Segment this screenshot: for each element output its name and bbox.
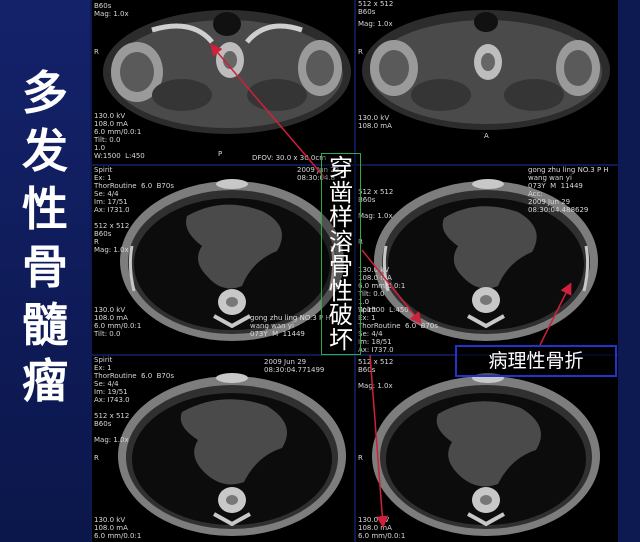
overlay-top-right: gong zhu ling NO.3 P H wang wan yi 073Y … bbox=[264, 356, 325, 374]
ct-panel-mid-left: Spirit Ex: 1 ThorRoutine 6.0 B70s Se: 4/… bbox=[92, 166, 354, 354]
side-title-char: 瘤 bbox=[22, 354, 68, 408]
orientation-a: A bbox=[484, 132, 489, 140]
orientation-r: R bbox=[94, 238, 99, 246]
overlay-bottom-left: 130.0 kV 108.0 mA 6.0 mm/0.0:1 bbox=[94, 516, 142, 540]
ct-panel-bottom-right: 512 x 512 B60s Mag: 1.0x R 130.0 kV 108.… bbox=[356, 356, 618, 542]
ct-panel-top-left: B60s Mag: 1.0x R 130.0 kV 108.0 mA 6.0 m… bbox=[92, 0, 354, 164]
overlay-top-left: B60s Mag: 1.0x bbox=[94, 2, 129, 18]
ct-slice-chest-lower bbox=[372, 373, 600, 536]
orientation-r: R bbox=[358, 454, 363, 462]
overlay-top-left: 512 x 512 B60s bbox=[358, 0, 394, 16]
overlay-bottom-left: 130.0 kV 108.0 mA 6.0 mm/0.0:1 Tilt: 0.0 bbox=[94, 306, 142, 338]
orientation-p: P bbox=[218, 150, 223, 158]
overlay-top-left: Spirit Ex: 1 ThorRoutine 6.0 B70s Se: 4/… bbox=[94, 166, 174, 254]
label-lytic-char: 破 bbox=[329, 301, 353, 329]
side-title-char: 多 bbox=[22, 66, 68, 120]
side-title-char: 发 bbox=[22, 124, 68, 178]
overlay-mid-left: 512 x 512 B60s Mag: 1.0x bbox=[358, 188, 394, 220]
overlay-top-left: Spirit Ex: 1 ThorRoutine 6.0 B70s Se: 4/… bbox=[94, 356, 174, 444]
ct-panel-bottom-left: Spirit Ex: 1 ThorRoutine 6.0 B70s Se: 4/… bbox=[92, 356, 354, 542]
side-title-char: 骨 bbox=[22, 240, 68, 294]
label-pathologic-fracture: 病理性骨折 bbox=[455, 345, 617, 377]
label-lytic-char: 性 bbox=[329, 276, 353, 305]
overlay-bottom-right: DFOV: 30.0 x 30.0cm bbox=[252, 154, 327, 162]
ct-panel-top-right: 512 x 512 B60s R Mag: 1.0x 130.0 kV 108.… bbox=[356, 0, 618, 164]
label-lytic-char: 溶 bbox=[329, 227, 353, 256]
orientation-r: R bbox=[358, 48, 363, 56]
overlay-bottom-right: 130.0 kV 108.0 mA 6.0 mm/0.0:1 Tilt: 0.0… bbox=[358, 266, 409, 314]
overlay-bottom-right: gong zhu ling NO.3 P H wang wan yi 073Y … bbox=[250, 314, 331, 338]
side-title: 多 发 性 骨 髓 瘤 bbox=[0, 0, 90, 542]
overlay-mid-left: Mag: 1.0x bbox=[358, 20, 393, 28]
ct-panel-mid-right: gong zhu ling NO.3 P H wang wan yi 073Y … bbox=[356, 166, 618, 354]
overlay-mid-left: 512 x 512 B60s Mag: 1.0x bbox=[358, 358, 394, 390]
side-title-char: 性 bbox=[22, 182, 68, 236]
side-title-char: 髓 bbox=[22, 298, 68, 352]
orientation-r: R bbox=[94, 454, 99, 462]
label-lytic-char: 骨 bbox=[329, 252, 353, 280]
overlay-bottom-left: 130.0 kV 108.0 mA bbox=[358, 114, 392, 130]
overlay-top-right: gong zhu ling NO.3 P H wang wan yi 073Y … bbox=[528, 166, 609, 214]
orientation-r: R bbox=[94, 48, 99, 56]
label-lytic-char: 样 bbox=[329, 203, 353, 231]
label-lytic-destruction: 穿凿样溶骨性破坏 bbox=[321, 153, 361, 355]
label-lytic-char: 凿 bbox=[329, 178, 353, 207]
overlay-bottom-left: 130.0 kV 108.0 mA 6.0 mm/0.0:1 Tilt: 0.0… bbox=[94, 112, 145, 160]
label-lytic-char: 穿 bbox=[329, 154, 353, 182]
label-lytic-char: 坏 bbox=[329, 325, 353, 354]
overlay-bottom-right: 130.0 kV 108.0 mA 6.0 mm/0.0:1 bbox=[358, 516, 406, 540]
